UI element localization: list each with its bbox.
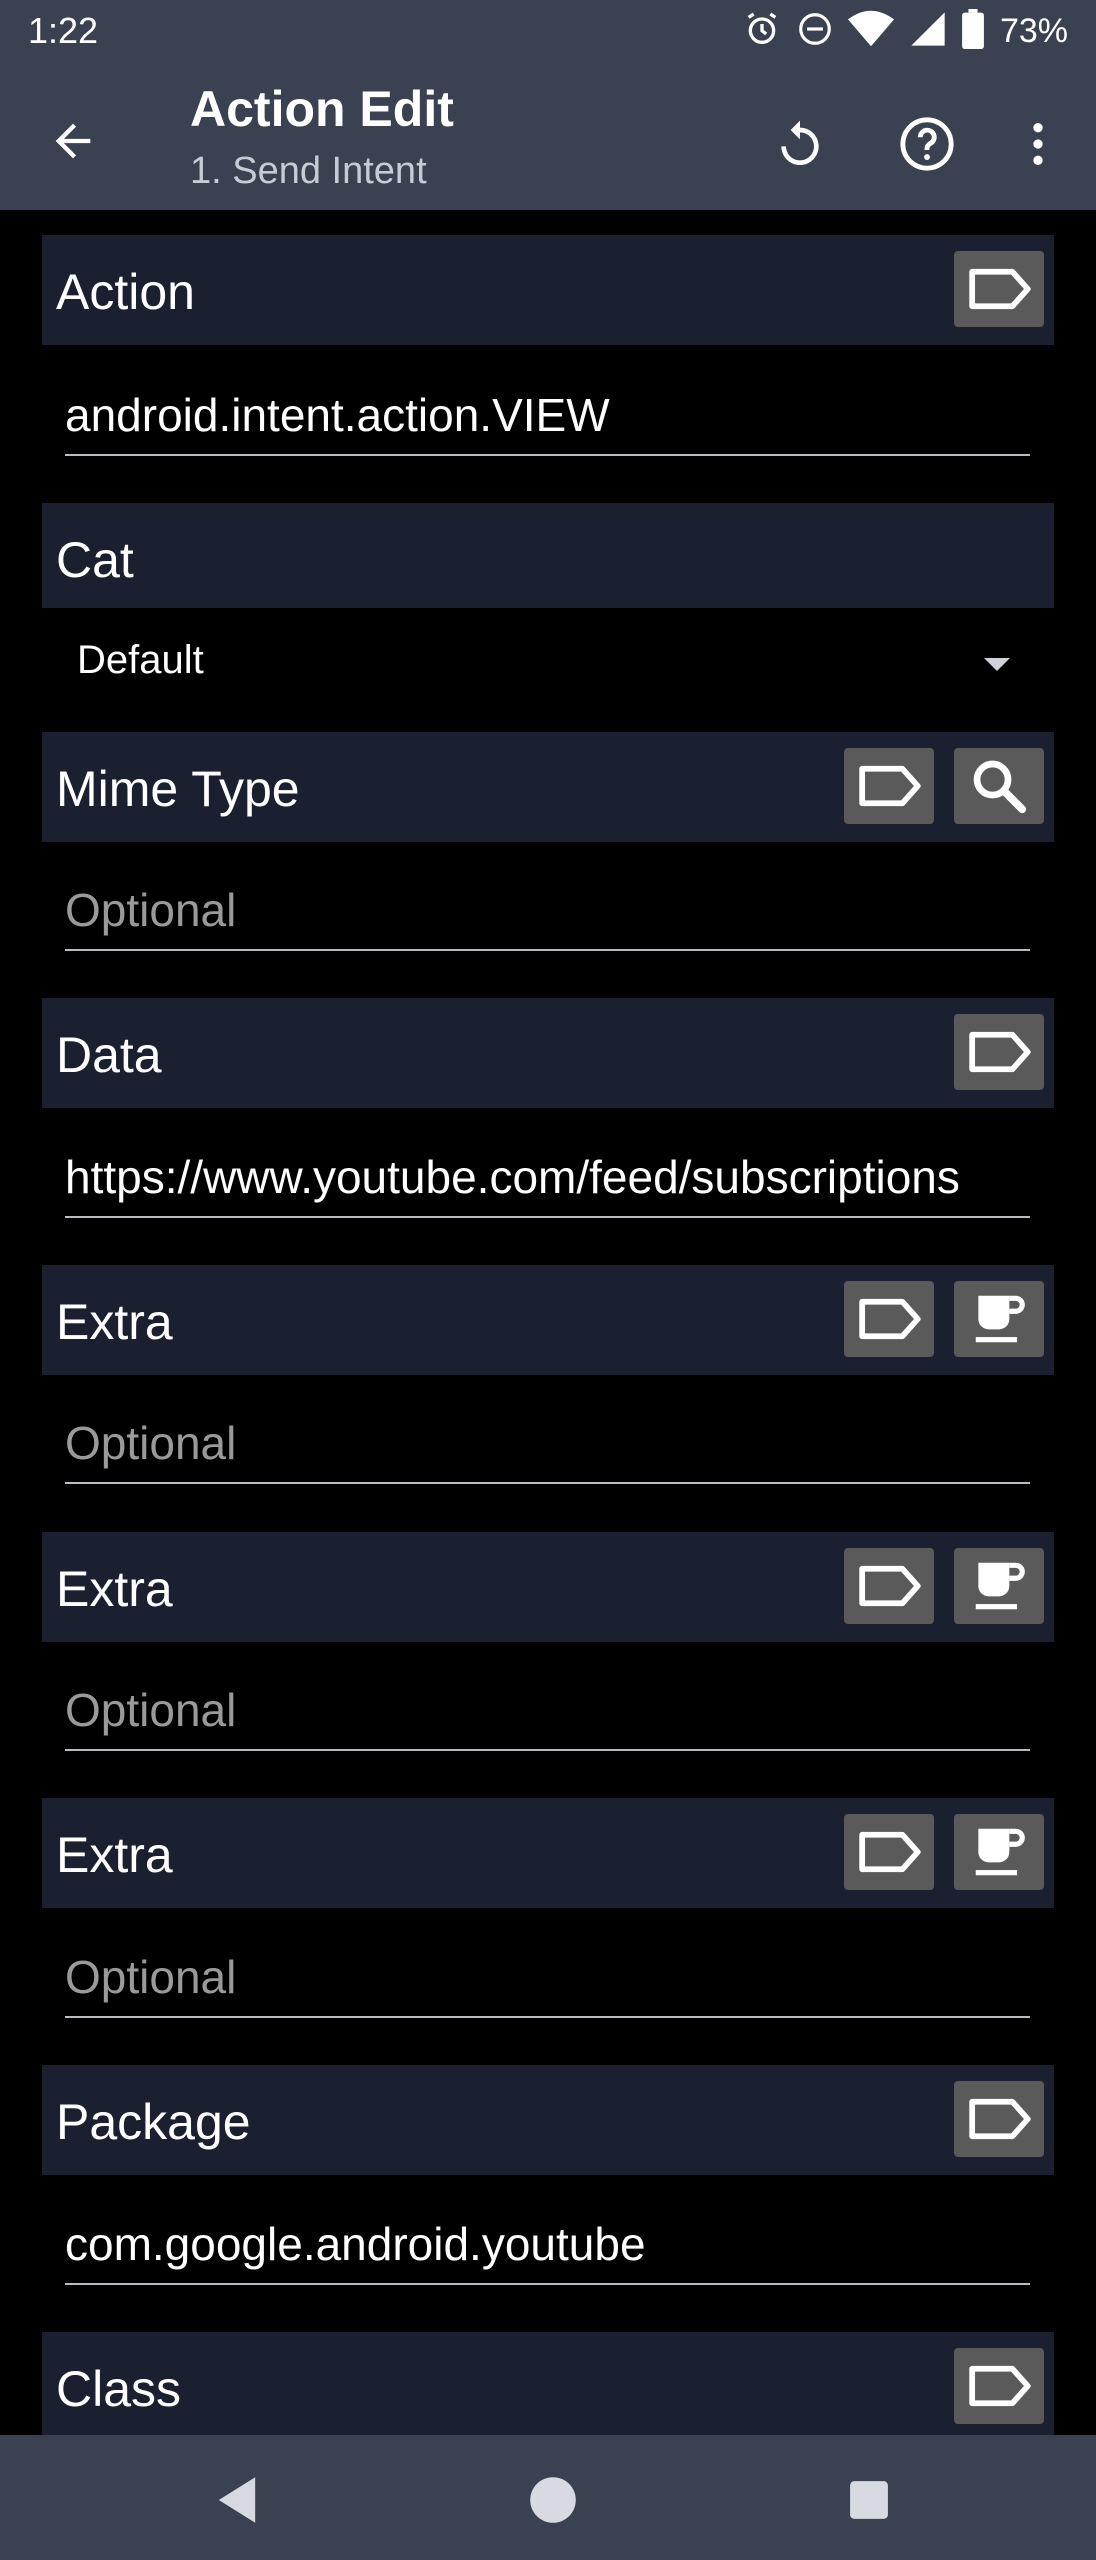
label-tag-icon	[859, 1565, 921, 1607]
extra-label: Extra	[56, 1561, 173, 1617]
mime-type-label: Mime Type	[56, 761, 300, 817]
action-value: android.intent.action.VIEW	[65, 389, 610, 441]
more-vert-icon	[1033, 123, 1043, 165]
action-edit-form: Action android.intent.action.VIEW Cat De…	[0, 210, 1096, 2435]
mime-type-variable-button[interactable]	[844, 748, 934, 824]
wifi-icon	[847, 9, 894, 54]
data-header: Data	[42, 998, 1054, 1108]
package-value: com.google.android.youtube	[65, 2218, 646, 2270]
mime-type-placeholder: Optional	[65, 884, 237, 936]
signal-icon	[908, 9, 948, 54]
battery-icon	[962, 8, 984, 54]
package-variable-button[interactable]	[954, 2081, 1044, 2157]
label-tag-icon	[969, 1031, 1031, 1073]
class-label: Class	[56, 2361, 182, 2417]
nav-recents-button[interactable]	[834, 2465, 904, 2535]
data-value: https://www.youtube.com/feed/subscriptio…	[65, 1151, 960, 1203]
search-icon	[973, 760, 1027, 814]
extra-java-button[interactable]	[954, 1548, 1044, 1624]
data-field[interactable]: https://www.youtube.com/feed/subscriptio…	[65, 1142, 1030, 1218]
extra-header: Extra	[42, 1265, 1054, 1375]
extra-variable-button[interactable]	[844, 1281, 934, 1357]
extra-field[interactable]: Optional	[65, 1408, 1030, 1484]
cat-selected-value: Default	[77, 638, 204, 682]
class-variable-button[interactable]	[954, 2348, 1044, 2424]
navigation-bar	[0, 2435, 1096, 2560]
cat-label: Cat	[56, 532, 134, 588]
cat-dropdown[interactable]: Default	[65, 628, 1030, 698]
data-variable-button[interactable]	[954, 1014, 1044, 1090]
label-tag-icon	[859, 1298, 921, 1340]
alarm-icon	[742, 9, 782, 54]
help-icon	[900, 117, 954, 171]
label-tag-icon	[859, 1831, 921, 1873]
page-title: Action Edit	[190, 81, 454, 137]
status-time: 1:22	[28, 10, 99, 51]
cat-header: Cat	[42, 503, 1054, 608]
dropdown-arrow-icon	[984, 658, 1010, 671]
undo-icon	[781, 120, 819, 165]
dnd-icon	[796, 10, 834, 53]
extra-placeholder: Optional	[65, 1951, 237, 2003]
nav-back-icon	[218, 2477, 256, 2523]
nav-home-icon	[530, 2477, 576, 2523]
extra-variable-button[interactable]	[844, 1548, 934, 1624]
coffee-cup-icon	[975, 1562, 1025, 1610]
help-button[interactable]	[889, 106, 965, 182]
status-bar: 1:22 73%	[0, 0, 1096, 62]
extra-field[interactable]: Optional	[65, 1675, 1030, 1751]
arrow-back-icon	[55, 123, 91, 159]
extra-label: Extra	[56, 1294, 173, 1350]
label-tag-icon	[859, 765, 921, 807]
nav-back-button[interactable]	[202, 2465, 272, 2535]
label-tag-icon	[969, 2365, 1031, 2407]
status-icons: 73%	[742, 8, 1068, 54]
nav-recents-icon	[850, 2481, 888, 2519]
data-label: Data	[56, 1027, 162, 1083]
action-variable-button[interactable]	[954, 251, 1044, 327]
package-header: Package	[42, 2065, 1054, 2175]
extra-placeholder: Optional	[65, 1684, 237, 1736]
extra-header: Extra	[42, 1798, 1054, 1908]
app-bar: Action Edit 1. Send Intent	[0, 62, 1096, 210]
action-header: Action	[42, 235, 1054, 345]
action-label: Action	[56, 264, 195, 320]
more-options-button[interactable]	[1000, 106, 1076, 182]
extra-field[interactable]: Optional	[65, 1942, 1030, 2018]
action-field[interactable]: android.intent.action.VIEW	[65, 380, 1030, 456]
page-subtitle: 1. Send Intent	[190, 150, 427, 192]
package-field[interactable]: com.google.android.youtube	[65, 2209, 1030, 2285]
mime-type-field[interactable]: Optional	[65, 875, 1030, 951]
back-button[interactable]	[38, 106, 108, 176]
undo-button[interactable]	[762, 106, 838, 182]
extra-variable-button[interactable]	[844, 1814, 934, 1890]
extra-placeholder: Optional	[65, 1417, 237, 1469]
label-tag-icon	[969, 2098, 1031, 2140]
package-label: Package	[56, 2094, 251, 2150]
extra-label: Extra	[56, 1827, 173, 1883]
extra-java-button[interactable]	[954, 1814, 1044, 1890]
extra-java-button[interactable]	[954, 1281, 1044, 1357]
mime-type-header: Mime Type	[42, 732, 1054, 842]
coffee-cup-icon	[975, 1828, 1025, 1876]
label-tag-icon	[969, 268, 1031, 310]
coffee-cup-icon	[975, 1295, 1025, 1343]
nav-home-button[interactable]	[518, 2465, 588, 2535]
class-header: Class	[42, 2332, 1054, 2435]
mime-type-search-button[interactable]	[954, 748, 1044, 824]
extra-header: Extra	[42, 1532, 1054, 1642]
battery-percent: 73%	[999, 11, 1068, 50]
